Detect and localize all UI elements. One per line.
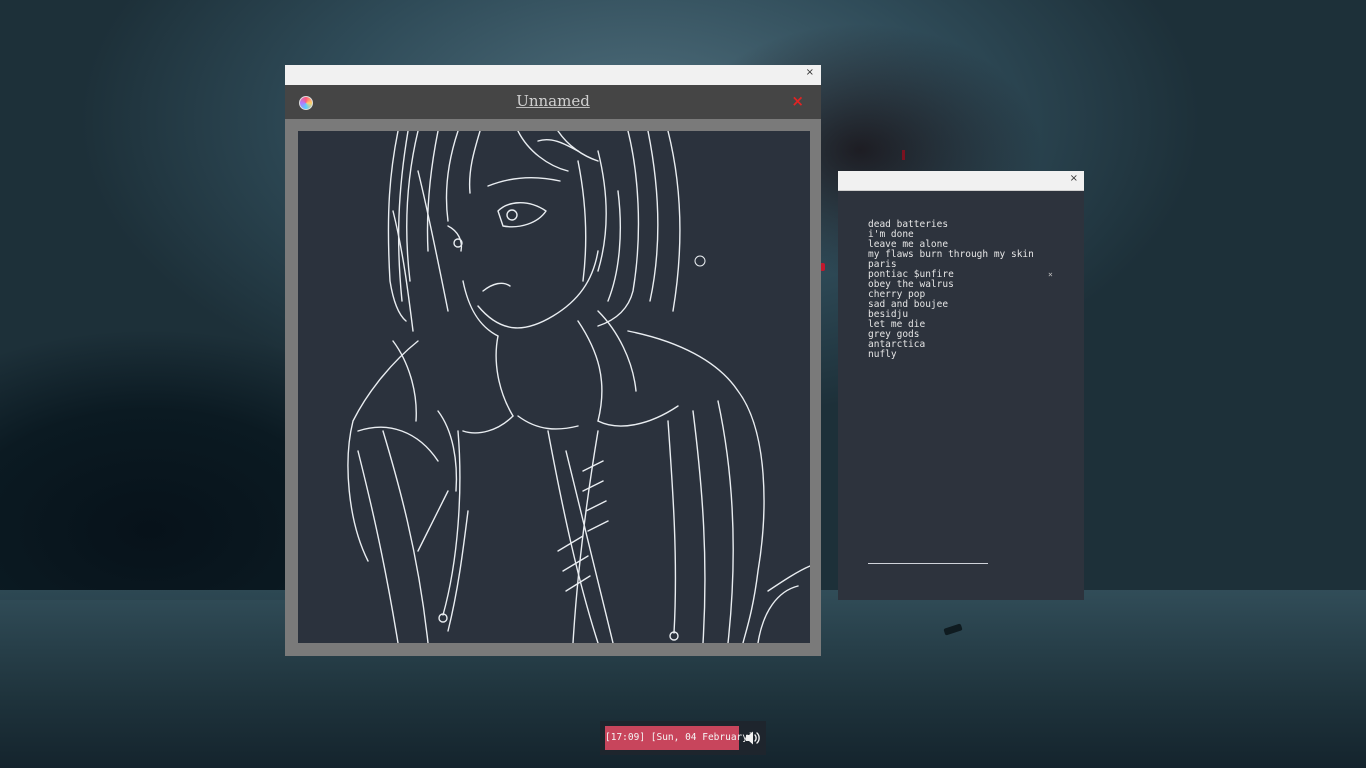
sketch-drawing (347, 131, 810, 643)
player-titlebar[interactable]: × (838, 171, 1084, 191)
status-bar: [17:09] [Sun, 04 February] (600, 721, 766, 755)
now-playing-marker-icon: × (1048, 270, 1053, 279)
speaker-volume-icon[interactable] (744, 729, 762, 747)
window-titlebar[interactable]: × (285, 65, 821, 86)
playback-progress-bar[interactable] (868, 563, 988, 564)
drawing-canvas[interactable] (298, 131, 810, 643)
wallpaper-red-mark (902, 150, 905, 160)
music-player-window[interactable]: × dead batteries i'm done leave me alone… (838, 171, 1084, 600)
app-header: Unnamed × (285, 85, 821, 119)
document-title-text[interactable]: Unnamed (516, 92, 590, 110)
track-title: nufly (868, 349, 897, 360)
document-title: Unnamed (285, 92, 821, 110)
playlist-item[interactable]: nufly (868, 350, 1058, 360)
playlist: dead batteries i'm done leave me alone m… (868, 220, 1058, 360)
drawing-app-window[interactable]: × Unnamed × (285, 65, 821, 656)
player-close-icon[interactable]: × (1070, 173, 1078, 184)
window-close-icon[interactable]: × (806, 67, 814, 78)
clock-date: [17:09] [Sun, 04 February] (605, 726, 754, 750)
close-icon[interactable]: × (791, 92, 804, 110)
